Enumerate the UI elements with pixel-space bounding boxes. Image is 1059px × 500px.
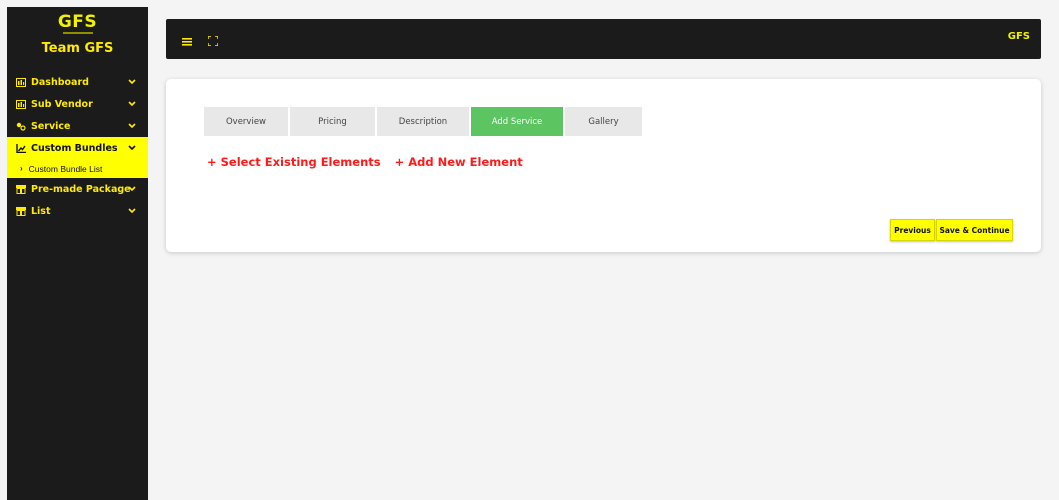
topbar-logo: GFS <box>1007 31 1030 42</box>
sidebar-item-label: Dashboard <box>31 76 89 88</box>
tab-gallery[interactable]: Gallery <box>565 107 642 136</box>
sidebar-item-custom-bundles[interactable]: Custom Bundles <box>7 137 148 159</box>
sidebar-item-service[interactable]: Service <box>7 115 148 137</box>
previous-button[interactable]: Previous <box>890 219 935 241</box>
sidebar-menu: Dashboard Sub Vendor Service Custom Bund… <box>7 71 148 222</box>
sidebar-item-pre-made-package[interactable]: Pre-made Package <box>7 178 148 200</box>
sidebar-item-sub-vendor[interactable]: Sub Vendor <box>7 93 148 115</box>
sidebar-item-list[interactable]: List <box>7 200 148 222</box>
sidebar-subitem-label: Custom Bundle List <box>28 163 103 174</box>
tab-description[interactable]: Description <box>377 107 469 136</box>
sidebar-item-label: Service <box>31 120 71 132</box>
sidebar-subitem-custom-bundle-list[interactable]: › Custom Bundle List <box>7 159 148 178</box>
package-icon <box>16 184 26 194</box>
sidebar-item-label: List <box>31 205 51 217</box>
chevron-down-icon <box>128 144 136 152</box>
sidebar-item-dashboard[interactable]: Dashboard <box>7 71 148 93</box>
content-card: Overview Pricing Description Add Service… <box>166 79 1041 252</box>
logo: GFS <box>57 12 98 32</box>
element-actions: + Select Existing Elements + Add New Ele… <box>207 155 537 169</box>
tab-add-service[interactable]: Add Service <box>471 107 563 136</box>
tab-pricing[interactable]: Pricing <box>290 107 375 136</box>
chart-icon <box>16 143 26 153</box>
sidebar-item-label: Custom Bundles <box>31 142 118 154</box>
save-continue-button[interactable]: Save & Continue <box>936 219 1013 241</box>
hamburger-menu-icon[interactable] <box>182 33 192 51</box>
service-icon <box>16 122 26 131</box>
sidebar-item-label: Pre-made Package <box>31 183 131 195</box>
chevron-down-icon <box>128 122 136 130</box>
vendor-icon <box>16 99 26 109</box>
chevron-down-icon <box>128 100 136 108</box>
chevron-down-icon <box>128 207 136 215</box>
tab-overview[interactable]: Overview <box>204 107 288 136</box>
sidebar-item-label: Sub Vendor <box>31 98 93 110</box>
list-icon <box>16 206 26 216</box>
team-name: Team GFS <box>41 41 114 56</box>
dashboard-icon <box>16 77 26 87</box>
form-buttons: Previous Save & Continue <box>890 219 1013 241</box>
logo-underline <box>62 32 93 34</box>
tab-bar: Overview Pricing Description Add Service… <box>204 107 644 136</box>
brand: GFS Team GFS <box>7 7 148 67</box>
chevron-down-icon <box>128 185 136 193</box>
add-new-element-link[interactable]: + Add New Element <box>395 155 523 169</box>
top-bar: GFS <box>166 19 1041 59</box>
chevron-down-icon <box>128 78 136 86</box>
chevron-right-icon: › <box>20 164 23 173</box>
sidebar: GFS Team GFS Dashboard Sub Vendor Servic… <box>7 7 148 500</box>
fullscreen-icon[interactable] <box>207 33 219 51</box>
select-existing-elements-link[interactable]: + Select Existing Elements <box>207 155 381 169</box>
